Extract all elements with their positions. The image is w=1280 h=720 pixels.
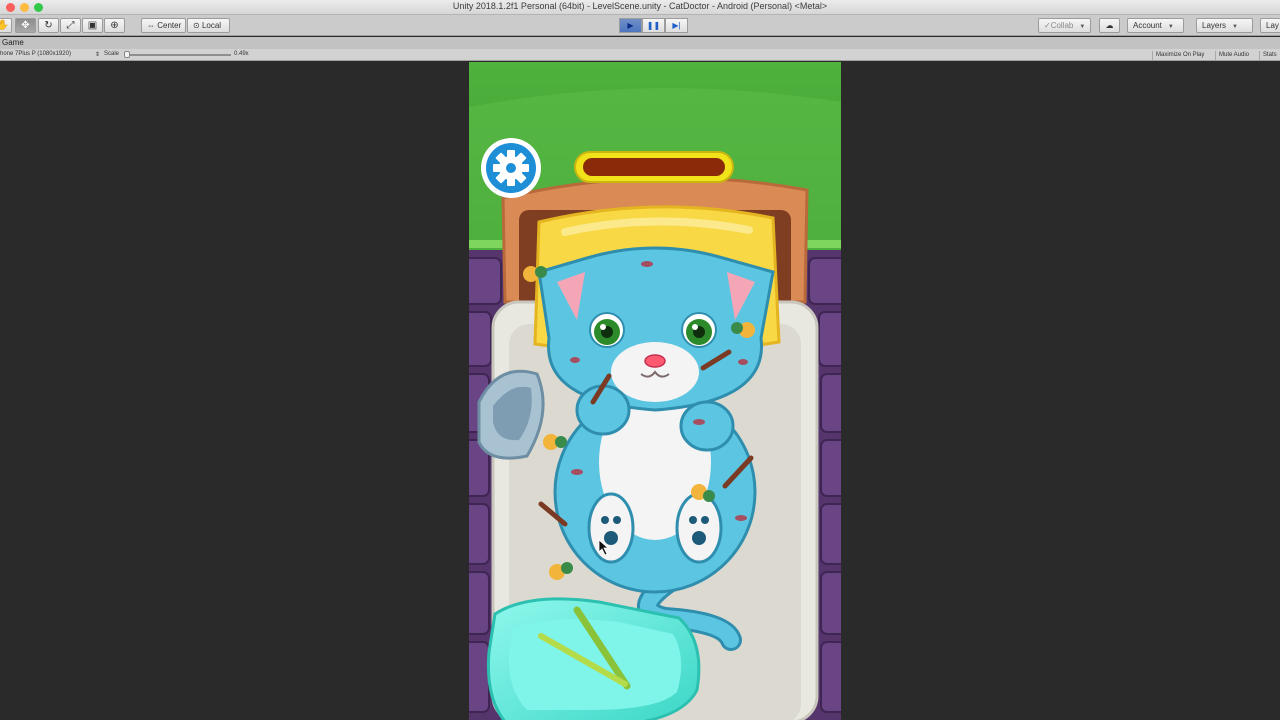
mute-audio-toggle[interactable]: Mute Audio [1215,51,1252,61]
hand-tool-icon[interactable]: ✋ [0,18,12,33]
stats-toggle[interactable]: Stats [1259,51,1280,61]
pivot-icon: ⇔ [147,21,155,30]
cloud-button[interactable]: ☁ [1099,18,1120,33]
game-scene[interactable] [469,62,841,720]
play-icon: ▶ [627,21,634,30]
editor-tab-bar: Game [0,37,1280,49]
step-icon: ▶| [672,21,681,30]
account-dropdown[interactable]: Account ▼ [1127,18,1184,33]
game-scene-art [469,62,841,720]
transform-tool-icon[interactable]: ⊕ [104,18,125,33]
play-button[interactable]: ▶ [619,18,642,33]
rect-tool-icon[interactable]: ▣ [82,18,103,33]
cloud-icon: ☁ [1105,21,1114,30]
instrument-tray[interactable] [486,597,701,720]
pivot-label: Center [157,21,182,30]
scale-value: 0.49x [234,51,249,57]
scale-tool-icon[interactable]: ⤢ [60,18,81,33]
maximize-on-play-toggle[interactable]: Maximize On Play [1152,51,1207,61]
pause-button[interactable]: ❚❚ [642,18,665,33]
move-tool-icon[interactable]: ✥ [15,18,36,33]
check-icon: ✓ [1044,21,1051,30]
rotate-tool-icon[interactable]: ↻ [38,18,59,33]
account-label: Account [1133,21,1162,30]
layers-label: Layers [1202,21,1227,30]
chevron-down-icon: ▼ [1167,24,1174,30]
layers-dropdown[interactable]: Layers ▼ [1196,18,1253,33]
space-local-toggle[interactable]: ⊙ Local [187,18,230,33]
window-title: Unity 2018.1.2f1 Personal (64bit) - Leve… [452,1,828,11]
scale-slider-thumb[interactable] [124,51,130,58]
collab-label: Collab [1050,21,1074,30]
pivot-center-toggle[interactable]: ⇔ Center [141,18,186,33]
main-toolbar: ✋ ✥ ↻ ⤢ ▣ ⊕ ⇔ Center ⊙ Local ▶ ❚❚ ▶| ✓Co… [0,15,1280,36]
resolution-dropdown[interactable]: hone 7Plus P (1080x1920) [0,51,71,57]
space-label: Local [201,21,222,30]
step-button[interactable]: ▶| [665,18,688,33]
scale-label: Scale [104,51,120,57]
local-icon: ⊙ [193,21,200,30]
pause-icon: ❚❚ [646,21,661,30]
chevron-down-icon: ▼ [1232,24,1238,30]
game-viewport [0,62,1280,720]
tab-game[interactable]: Game [0,37,26,49]
collab-dropdown[interactable]: ✓Collab ▼ [1038,18,1091,33]
layout-dropdown[interactable]: Lay [1260,18,1280,33]
game-view-control-bar: hone 7Plus P (1080x1920) ⇕ Scale 0.49x M… [0,49,1280,61]
chevron-down-icon: ⇕ [95,52,101,58]
health-bar [574,151,734,183]
scale-slider-track[interactable] [127,54,231,56]
window-title-bar: Unity 2018.1.2f1 Personal (64bit) - Leve… [0,0,1280,15]
settings-button[interactable] [481,138,541,198]
gear-icon [493,150,529,186]
chevron-down-icon: ▼ [1079,24,1086,30]
layout-label: Lay [1266,21,1279,30]
